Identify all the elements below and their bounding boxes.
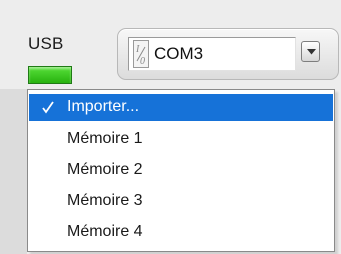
chevron-down-icon xyxy=(307,49,316,55)
menu-item-label: Mémoire 2 xyxy=(67,161,143,178)
menu-item-label: Mémoire 4 xyxy=(67,223,143,240)
panel-shadow xyxy=(0,89,27,254)
usb-label: USB xyxy=(28,34,64,53)
svg-text:0: 0 xyxy=(140,56,145,67)
menu-item-label: Mémoire 3 xyxy=(67,192,143,209)
menu-item-memoire-4[interactable]: Mémoire 4 xyxy=(29,219,333,246)
com-port-value: COM3 xyxy=(154,44,204,63)
dropdown-button[interactable] xyxy=(301,41,320,62)
menu-item-memoire-1[interactable]: Mémoire 1 xyxy=(29,126,333,153)
menu-item-memoire-2[interactable]: Mémoire 2 xyxy=(29,157,333,184)
io-name-icon: I 0 xyxy=(133,40,149,68)
menu-item-label: Mémoire 1 xyxy=(67,130,143,147)
usb-led-indicator xyxy=(28,66,72,84)
dropdown-menu: Importer... Mémoire 1 Mémoire 2 Mémoire … xyxy=(27,89,335,252)
menu-item-importer[interactable]: Importer... xyxy=(29,94,333,121)
checkmark-icon xyxy=(42,101,54,114)
menu-item-memoire-3[interactable]: Mémoire 3 xyxy=(29,188,333,215)
svg-text:I: I xyxy=(135,44,140,55)
menu-item-label: Importer... xyxy=(67,98,140,115)
